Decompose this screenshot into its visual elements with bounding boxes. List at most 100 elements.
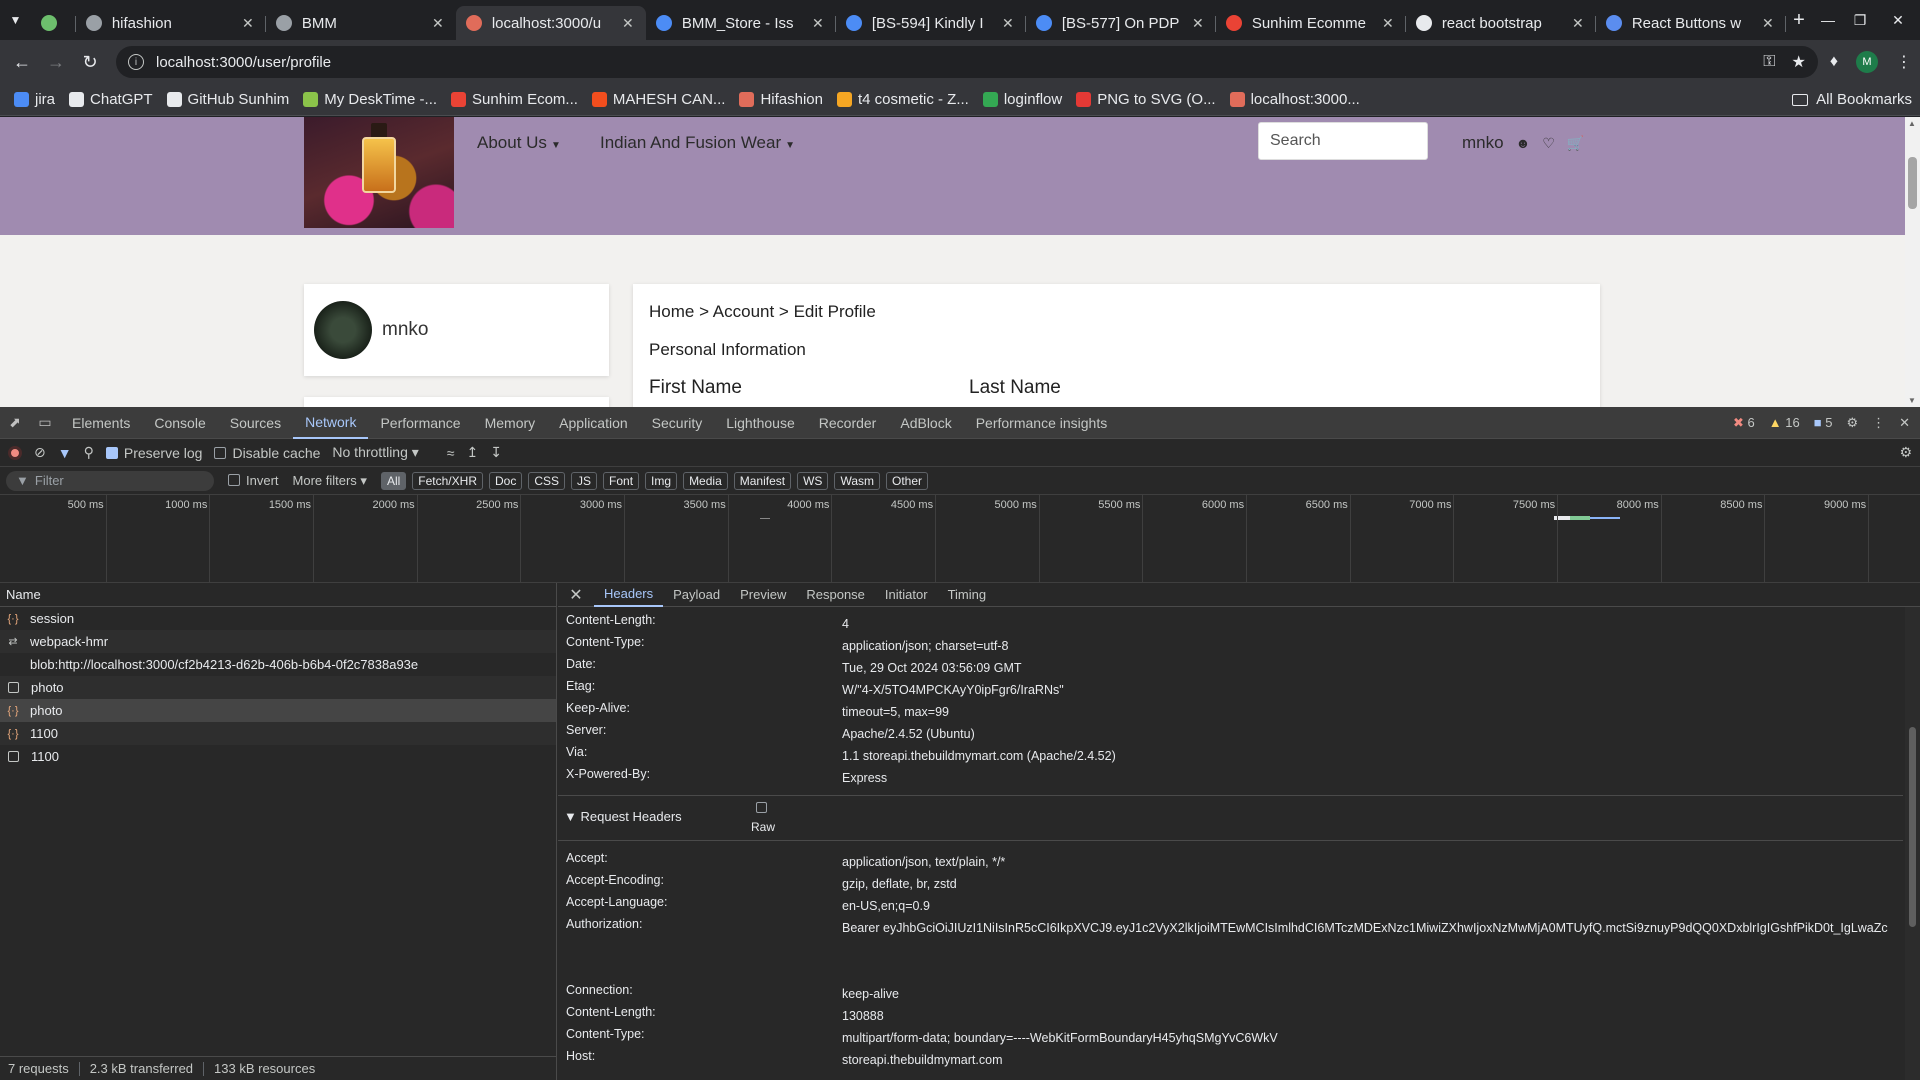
table-row[interactable]: {·} session: [0, 607, 556, 630]
header-value[interactable]: gzip, deflate, br, zstd: [842, 873, 1892, 895]
filter-chip-wasm[interactable]: Wasm: [834, 471, 881, 490]
devtools-tab-recorder[interactable]: Recorder: [807, 407, 889, 439]
new-tab-button[interactable]: +: [1786, 3, 1812, 37]
inspect-element-icon[interactable]: ⬈: [0, 414, 30, 431]
bookmark-item[interactable]: jira: [8, 87, 61, 113]
site-info-icon[interactable]: i: [128, 54, 144, 70]
bookmark-item[interactable]: Hifashion: [733, 87, 829, 113]
network-conditions-icon[interactable]: ≈: [447, 445, 455, 461]
reload-button[interactable]: ↻: [76, 48, 104, 76]
record-button[interactable]: [8, 445, 22, 460]
bookmark-star-icon[interactable]: ★: [1791, 52, 1805, 72]
devtools-tab-performance-insights[interactable]: Performance insights: [964, 407, 1120, 439]
filter-chip-font[interactable]: Font: [603, 471, 640, 490]
network-overview-timeline[interactable]: 500 ms 1000 ms 1500 ms 2000 ms 2500 ms 3000 m…: [0, 495, 1920, 583]
heart-icon[interactable]: ♡: [1542, 135, 1555, 152]
header-value[interactable]: keep-alive: [842, 983, 1892, 1005]
browser-tab[interactable]: localhost:3000/u ✕: [455, 6, 646, 40]
close-tab-icon[interactable]: ✕: [1000, 15, 1016, 32]
detail-tab-headers[interactable]: Headers: [594, 583, 664, 607]
network-settings-icon[interactable]: ⚙: [1899, 444, 1912, 461]
minimize-button[interactable]: —: [1812, 0, 1844, 40]
device-toolbar-icon[interactable]: ▭: [30, 414, 60, 431]
bookmark-item[interactable]: Sunhim Ecom...: [445, 87, 584, 113]
header-value[interactable]: multipart/form-data; boundary=----WebKit…: [842, 1027, 1892, 1049]
filter-input[interactable]: ▼ Filter: [6, 470, 214, 491]
filter-funnel-icon[interactable]: ▼: [58, 445, 72, 461]
name-column-header[interactable]: Name: [0, 583, 556, 607]
detail-tab-timing[interactable]: Timing: [938, 583, 997, 607]
tab-search-button[interactable]: ▼: [0, 0, 31, 40]
browser-tab[interactable]: [BS-594] Kindly I ✕: [836, 6, 1026, 40]
scroll-down-icon[interactable]: ▼: [1908, 396, 1916, 405]
close-tab-icon[interactable]: ✕: [620, 15, 636, 32]
header-value[interactable]: Bearer eyJhbGciOiJIUzI1NiIsInR5cCI6IkpXV…: [842, 917, 1892, 939]
detail-scrollbar[interactable]: [1905, 607, 1920, 1080]
site-username[interactable]: mnko: [1462, 133, 1504, 153]
browser-tab[interactable]: React Buttons w ✕: [1596, 6, 1786, 40]
devtools-tab-console[interactable]: Console: [142, 407, 217, 439]
import-har-icon[interactable]: ↥: [466, 444, 478, 461]
settings-gear-icon[interactable]: ⚙: [1846, 415, 1858, 431]
site-logo[interactable]: [304, 117, 454, 228]
table-row[interactable]: 1100: [0, 745, 556, 768]
nav-indian-fusion-wear[interactable]: Indian And Fusion Wear ▼: [600, 133, 795, 153]
request-headers-title[interactable]: ▼ Request Headers: [564, 809, 682, 824]
address-url[interactable]: localhost:3000/user/profile: [156, 54, 331, 71]
close-tab-icon[interactable]: ✕: [430, 15, 446, 32]
bookmark-item[interactable]: GitHub Sunhim: [161, 87, 296, 113]
browser-tab[interactable]: [BS-577] On PDP ✕: [1026, 6, 1216, 40]
table-row[interactable]: ⇄ webpack-hmr: [0, 630, 556, 653]
devtools-tab-network[interactable]: Network: [293, 407, 369, 439]
bookmark-item[interactable]: PNG to SVG (O...: [1070, 87, 1221, 113]
invert-checkbox[interactable]: Invert: [228, 473, 279, 488]
close-window-button[interactable]: ✕: [1876, 0, 1920, 40]
page-scrollbar[interactable]: ▲ ▼: [1905, 117, 1920, 407]
close-tab-icon[interactable]: ✕: [240, 15, 256, 32]
detail-tab-response[interactable]: Response: [796, 583, 875, 607]
header-value[interactable]: timeout=5, max=99: [842, 701, 1892, 723]
devtools-tab-performance[interactable]: Performance: [368, 407, 472, 439]
profile-avatar-button[interactable]: M: [1856, 51, 1878, 73]
message-count[interactable]: ■ 5: [1814, 415, 1833, 430]
browser-tab[interactable]: BMM_Store - Iss ✕: [646, 6, 836, 40]
devtools-tab-security[interactable]: Security: [640, 407, 715, 439]
filter-chip-ws[interactable]: WS: [797, 471, 829, 490]
devtools-tab-sources[interactable]: Sources: [218, 407, 293, 439]
header-value[interactable]: Express: [842, 767, 1892, 789]
close-tab-icon[interactable]: ✕: [810, 15, 826, 32]
site-search-input[interactable]: Search: [1258, 122, 1428, 160]
devtools-tab-memory[interactable]: Memory: [473, 407, 548, 439]
filter-chip-fetch-xhr[interactable]: Fetch/XHR: [412, 471, 483, 490]
scroll-up-icon[interactable]: ▲: [1908, 119, 1916, 128]
clear-icon[interactable]: ⊘: [34, 444, 46, 461]
request-headers-section[interactable]: ▼ Request Headers Raw: [558, 795, 1903, 841]
header-value[interactable]: application/json; charset=utf-8: [842, 635, 1892, 657]
extensions-icon[interactable]: ♦: [1830, 53, 1838, 71]
header-value[interactable]: 1.1 storeapi.thebuildmymart.com (Apache/…: [842, 745, 1892, 767]
restore-button[interactable]: ❐: [1844, 0, 1876, 40]
header-value[interactable]: W/"4-X/5TO4MPCKAyY0ipFgr6/IraRNs": [842, 679, 1892, 701]
back-button[interactable]: ←: [8, 48, 36, 76]
bookmark-item[interactable]: t4 cosmetic - Z...: [831, 87, 975, 113]
bookmark-item[interactable]: ChatGPT: [63, 87, 159, 113]
bookmark-item[interactable]: localhost:3000...: [1224, 87, 1366, 113]
browser-tab[interactable]: react bootstrap ✕: [1406, 6, 1596, 40]
filter-chip-manifest[interactable]: Manifest: [733, 471, 792, 490]
table-row[interactable]: blob:http://localhost:3000/cf2b4213-d62b…: [0, 653, 556, 676]
bookmark-item[interactable]: MAHESH CAN...: [586, 87, 732, 113]
user-icon[interactable]: ☻: [1516, 135, 1531, 151]
filter-chip-other[interactable]: Other: [886, 471, 929, 490]
close-tab-icon[interactable]: ✕: [1190, 15, 1206, 32]
browser-tab[interactable]: Sunhim Ecomme ✕: [1216, 6, 1406, 40]
browser-tab[interactable]: BMM ✕: [266, 6, 456, 40]
export-har-icon[interactable]: ↧: [490, 444, 502, 461]
filter-chip-css[interactable]: CSS: [528, 471, 566, 490]
header-value[interactable]: application/json, text/plain, */*: [842, 851, 1892, 873]
header-value[interactable]: Apache/2.4.52 (Ubuntu): [842, 723, 1892, 745]
detail-tab-initiator[interactable]: Initiator: [875, 583, 938, 607]
scrollbar-thumb[interactable]: [1908, 157, 1917, 209]
detail-tab-payload[interactable]: Payload: [663, 583, 730, 607]
more-filters-button[interactable]: More filters ▾: [293, 473, 367, 489]
devtools-tab-lighthouse[interactable]: Lighthouse: [714, 407, 807, 439]
